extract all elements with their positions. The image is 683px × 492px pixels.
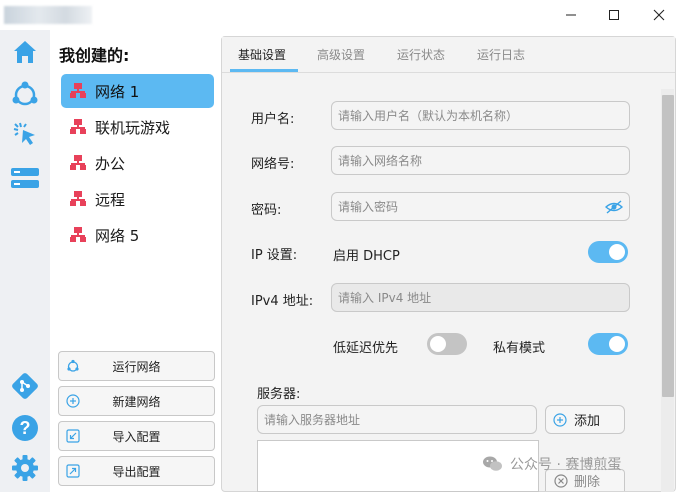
import-config-button[interactable]: 导入配置	[58, 421, 215, 451]
ipv4-label: IPv4 地址:	[251, 294, 314, 309]
settings-panel: 基础设置 高级设置 运行状态 运行日志 用户名: 请输入用户名（默认为本机名称）…	[221, 36, 676, 492]
active-tab-indicator	[230, 69, 298, 72]
watermark: 公众号 · 赛博煎蛋	[482, 454, 621, 474]
title-bar	[0, 0, 683, 30]
username-label: 用户名:	[251, 112, 295, 127]
help-icon: ?	[12, 415, 38, 441]
network-name-placeholder: 请输入网络名称	[338, 154, 423, 168]
network-node-icon	[70, 227, 86, 242]
network-panel: 我创建的: 网络 1 联机玩游戏 办公 远程 网络 5 运行网络 新建网络 导入…	[51, 30, 221, 492]
close-button[interactable]	[636, 0, 681, 30]
network-name-label: 网络号:	[251, 157, 295, 172]
server-input[interactable]: 请输入服务器地址	[257, 405, 537, 434]
network-item-1[interactable]: 网络 1	[61, 74, 214, 108]
sidebar-network[interactable]	[9, 78, 41, 110]
dhcp-toggle[interactable]	[588, 241, 628, 263]
export-config-button[interactable]: 导出配置	[58, 456, 215, 486]
network-name-input[interactable]: 请输入网络名称	[331, 146, 630, 175]
import-icon	[66, 429, 80, 443]
add-icon	[66, 394, 80, 408]
low-latency-label: 低延迟优先	[333, 341, 399, 356]
tab-run-status[interactable]: 运行状态	[397, 46, 445, 63]
export-icon	[66, 464, 80, 478]
tab-basic-settings[interactable]: 基础设置	[238, 46, 286, 63]
network-icon	[12, 81, 38, 106]
ipv4-input[interactable]: 请输入 IPv4 地址	[331, 283, 630, 312]
sidebar-home[interactable]	[9, 36, 41, 68]
toggle-knob	[430, 336, 446, 352]
network-list-title: 我创建的:	[59, 46, 130, 65]
server-label: 服务器:	[257, 387, 301, 402]
run-network-button[interactable]: 运行网络	[58, 351, 215, 381]
main-content: 基础设置 高级设置 运行状态 运行日志 用户名: 请输入用户名（默认为本机名称）…	[221, 30, 683, 492]
network-item-label: 网络 5	[95, 226, 140, 245]
private-mode-toggle[interactable]	[588, 333, 628, 355]
password-label: 密码:	[251, 203, 282, 218]
sidebar-git[interactable]	[9, 370, 41, 402]
sidebar-connect[interactable]	[9, 118, 41, 150]
svg-text:?: ?	[20, 418, 31, 438]
wechat-icon	[483, 456, 502, 471]
run-network-label: 运行网络	[112, 359, 161, 374]
import-config-label: 导入配置	[112, 429, 161, 444]
window-title-blurred	[4, 6, 92, 24]
close-icon	[653, 9, 664, 21]
maximize-button[interactable]	[591, 0, 636, 30]
minimize-icon	[565, 14, 576, 16]
watermark-text: 公众号 · 赛博煎蛋	[510, 457, 622, 473]
sidebar-help[interactable]: ?	[9, 412, 41, 444]
network-node-icon	[70, 83, 86, 98]
network-node-icon	[70, 191, 86, 206]
eye-off-icon[interactable]	[605, 199, 623, 215]
sidebar-servers[interactable]	[9, 162, 41, 194]
add-icon	[553, 413, 567, 427]
new-network-button[interactable]: 新建网络	[58, 386, 215, 416]
close-circle-icon	[554, 474, 568, 488]
private-mode-label: 私有模式	[493, 341, 546, 356]
network-item-3[interactable]: 办公	[61, 146, 214, 180]
network-item-label: 办公	[95, 154, 126, 173]
new-network-label: 新建网络	[112, 394, 161, 409]
tab-bar: 基础设置 高级设置 运行状态 运行日志	[222, 37, 675, 73]
home-icon	[14, 41, 36, 63]
server-icon	[11, 168, 39, 188]
add-server-label: 添加	[574, 414, 601, 429]
click-icon	[13, 122, 35, 145]
icon-sidebar: ?	[0, 30, 50, 492]
network-item-label: 网络 1	[95, 82, 140, 101]
network-item-label: 远程	[95, 190, 126, 209]
network-item-label: 联机玩游戏	[95, 118, 171, 137]
network-node-icon	[70, 119, 86, 134]
server-placeholder: 请输入服务器地址	[264, 413, 361, 427]
maximize-icon	[608, 10, 619, 20]
password-placeholder: 请输入密码	[338, 200, 399, 214]
network-node-icon	[70, 155, 86, 170]
username-placeholder: 请输入用户名（默认为本机名称）	[338, 109, 519, 123]
add-server-button[interactable]: 添加	[545, 405, 625, 434]
settings-icon	[12, 455, 38, 481]
network-item-5[interactable]: 网络 5	[61, 218, 214, 252]
low-latency-toggle[interactable]	[427, 333, 467, 355]
git-icon	[12, 373, 38, 399]
ipv4-placeholder: 请输入 IPv4 地址	[338, 291, 432, 305]
tab-advanced-settings[interactable]: 高级设置	[317, 46, 365, 63]
tab-run-log[interactable]: 运行日志	[477, 46, 525, 63]
sidebar-settings[interactable]	[9, 452, 41, 484]
minimize-button[interactable]	[548, 0, 593, 30]
network-item-2[interactable]: 联机玩游戏	[61, 110, 214, 144]
ip-settings-label: IP 设置:	[251, 248, 298, 263]
dhcp-label: 启用 DHCP	[333, 249, 400, 264]
password-input[interactable]: 请输入密码	[331, 192, 630, 221]
scrollbar-thumb[interactable]	[662, 95, 674, 397]
run-icon	[67, 359, 79, 372]
export-config-label: 导出配置	[112, 464, 161, 479]
username-input[interactable]: 请输入用户名（默认为本机名称）	[331, 101, 630, 130]
toggle-knob	[609, 244, 625, 260]
toggle-knob	[609, 336, 625, 352]
network-item-4[interactable]: 远程	[61, 182, 214, 216]
